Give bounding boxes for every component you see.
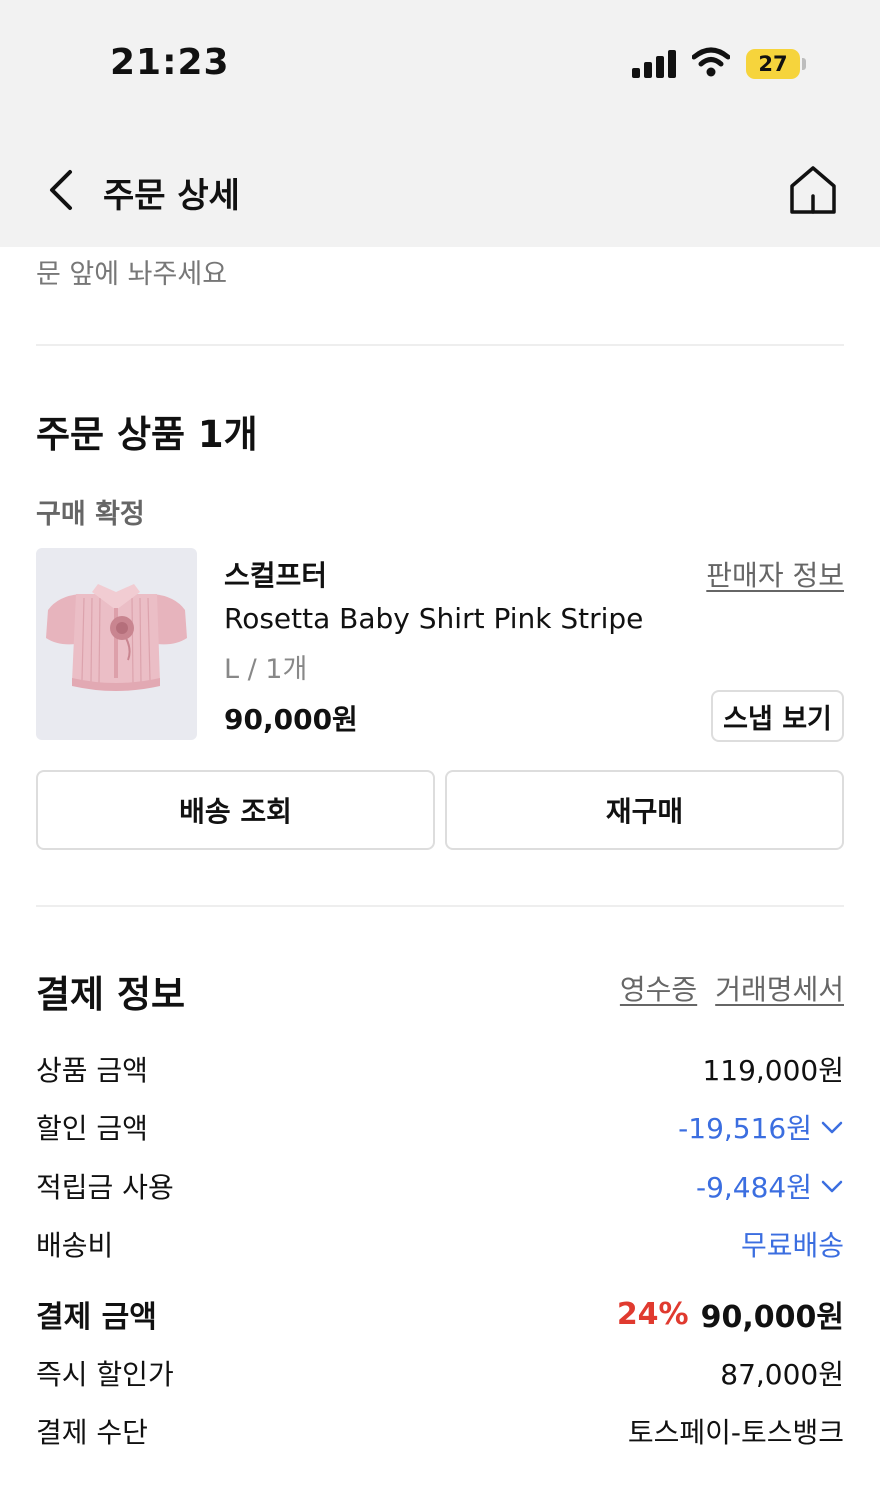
order-detail-screen: 21:23 27 주문 상세 문 앞에 놔주세요 주문 상품 1개 구매 확정 — [0, 0, 880, 1500]
page-title: 주문 상세 — [103, 176, 240, 216]
delivery-request-text: 문 앞에 놔주세요 — [36, 259, 228, 290]
shipping-fee-row: 배송비 무료배송 — [36, 1224, 844, 1264]
points-used-value[interactable]: -9,484원 — [696, 1166, 844, 1206]
shipping-fee-label: 배송비 — [36, 1229, 114, 1262]
discount-amount-label: 할인 금액 — [36, 1112, 148, 1145]
section-divider — [36, 344, 844, 346]
wifi-icon — [692, 47, 730, 77]
instant-discount-row: 즉시 할인가 87,000원 — [36, 1353, 844, 1393]
battery-level: 27 — [758, 52, 788, 76]
discount-amount-text: -19,516원 — [678, 1112, 812, 1145]
payment-total-amount: 90,000원 — [700, 1300, 844, 1335]
battery-icon: 27 — [746, 49, 800, 79]
points-used-row[interactable]: 적립금 사용 -9,484원 — [36, 1166, 844, 1206]
payment-method-value: 토스페이-토스뱅크 — [627, 1416, 844, 1449]
reorder-button[interactable]: 재구매 — [445, 770, 844, 850]
payment-method-row: 결제 수단 토스페이-토스뱅크 — [36, 1411, 844, 1451]
chevron-down-icon[interactable] — [820, 1119, 844, 1135]
chevron-left-icon[interactable] — [40, 166, 84, 214]
payment-document-links: 영수증 거래명세서 — [620, 968, 844, 1008]
product-amount-value: 119,000원 — [702, 1054, 844, 1087]
seller-info-link[interactable]: 판매자 정보 — [706, 554, 844, 594]
product-amount-label: 상품 금액 — [36, 1054, 148, 1087]
instant-discount-value: 87,000원 — [720, 1358, 844, 1391]
product-name[interactable]: Rosetta Baby Shirt Pink Stripe — [224, 602, 643, 635]
brand-name[interactable]: 스컬프터 — [224, 554, 327, 594]
order-status-label: 구매 확정 — [36, 499, 145, 530]
product-amount-row: 상품 금액 119,000원 — [36, 1049, 844, 1089]
points-used-label: 적립금 사용 — [36, 1171, 174, 1204]
battery-nub — [802, 58, 806, 70]
transaction-statement-link[interactable]: 거래명세서 — [715, 968, 844, 1008]
section-divider — [36, 905, 844, 907]
payment-method-label: 결제 수단 — [36, 1416, 148, 1449]
payment-total-value: 24% 90,000원 — [617, 1292, 844, 1336]
top-header: 21:23 27 주문 상세 — [0, 0, 880, 247]
cellular-signal-icon — [632, 50, 678, 78]
payment-total-row: 결제 금액 24% 90,000원 — [36, 1292, 844, 1336]
product-option: L / 1개 — [224, 654, 308, 685]
payment-info-title: 결제 정보 — [36, 973, 186, 1016]
order-items-title: 주문 상품 1개 — [36, 413, 258, 456]
discount-amount-row[interactable]: 할인 금액 -19,516원 — [36, 1107, 844, 1147]
status-time: 21:23 — [110, 42, 230, 83]
track-delivery-button[interactable]: 배송 조회 — [36, 770, 435, 850]
pink-shirt-image — [46, 584, 187, 691]
discount-amount-value[interactable]: -19,516원 — [678, 1107, 844, 1147]
points-used-text: -9,484원 — [695, 1171, 812, 1204]
receipt-link[interactable]: 영수증 — [620, 968, 697, 1008]
instant-discount-label: 즉시 할인가 — [36, 1358, 174, 1391]
chevron-down-icon[interactable] — [820, 1178, 844, 1194]
home-icon[interactable] — [786, 164, 840, 216]
payment-total-label: 결제 금액 — [36, 1300, 157, 1335]
discount-rate: 24% — [616, 1296, 689, 1332]
view-snap-button[interactable]: 스냅 보기 — [711, 690, 844, 742]
product-thumbnail[interactable] — [36, 548, 197, 740]
product-price: 90,000원 — [224, 703, 358, 736]
shipping-fee-value: 무료배송 — [740, 1229, 844, 1262]
